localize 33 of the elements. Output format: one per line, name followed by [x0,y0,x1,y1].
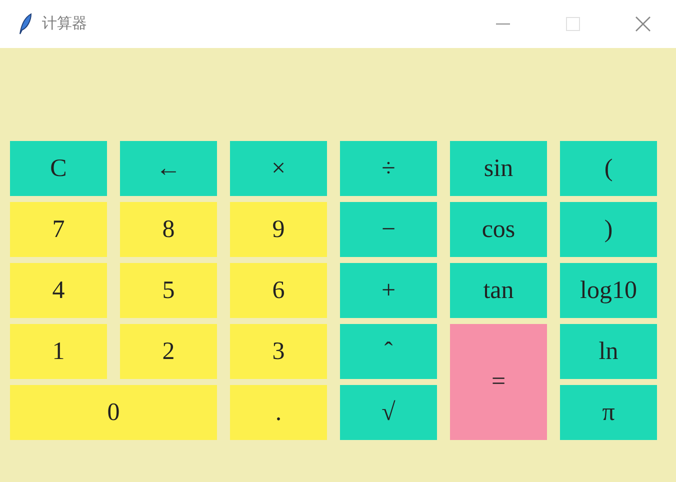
minimize-icon [496,23,510,25]
calculator-key[interactable]: = [450,324,547,440]
calculator-key[interactable]: − [340,202,437,257]
calculator-key[interactable]: ˆ [340,324,437,379]
calculator-key[interactable]: 0 [10,385,217,440]
calculator-key[interactable]: ( [560,141,657,196]
calculator-key[interactable]: C [10,141,107,196]
calculator-key[interactable]: 4 [10,263,107,318]
calculator-key[interactable]: 9 [230,202,327,257]
maximize-icon [566,17,580,31]
window-title: 计算器 [42,14,87,34]
calculator-key[interactable]: + [340,263,437,318]
calculator-key[interactable]: × [230,141,327,196]
calculator-key[interactable]: tan [450,263,547,318]
calculator-key[interactable]: log10 [560,263,657,318]
calculator-key[interactable]: 7 [10,202,107,257]
calculator-key[interactable]: . [230,385,327,440]
calculator-key[interactable]: 8 [120,202,217,257]
calculator-key[interactable]: π [560,385,657,440]
calculator-key[interactable]: 2 [120,324,217,379]
calculator-key[interactable]: ÷ [340,141,437,196]
feather-icon [18,13,32,35]
calculator-key[interactable]: sin [450,141,547,196]
calculator-key[interactable]: 6 [230,263,327,318]
calculator-key[interactable]: 3 [230,324,327,379]
calculator-key[interactable]: ← [120,141,217,196]
calculator-key[interactable]: ) [560,202,657,257]
close-icon [635,16,651,32]
calculator-key[interactable]: ln [560,324,657,379]
calculator-key[interactable]: √ [340,385,437,440]
calculator-key[interactable]: 5 [120,263,217,318]
calculator-key[interactable]: 1 [10,324,107,379]
calculator-key[interactable]: cos [450,202,547,257]
